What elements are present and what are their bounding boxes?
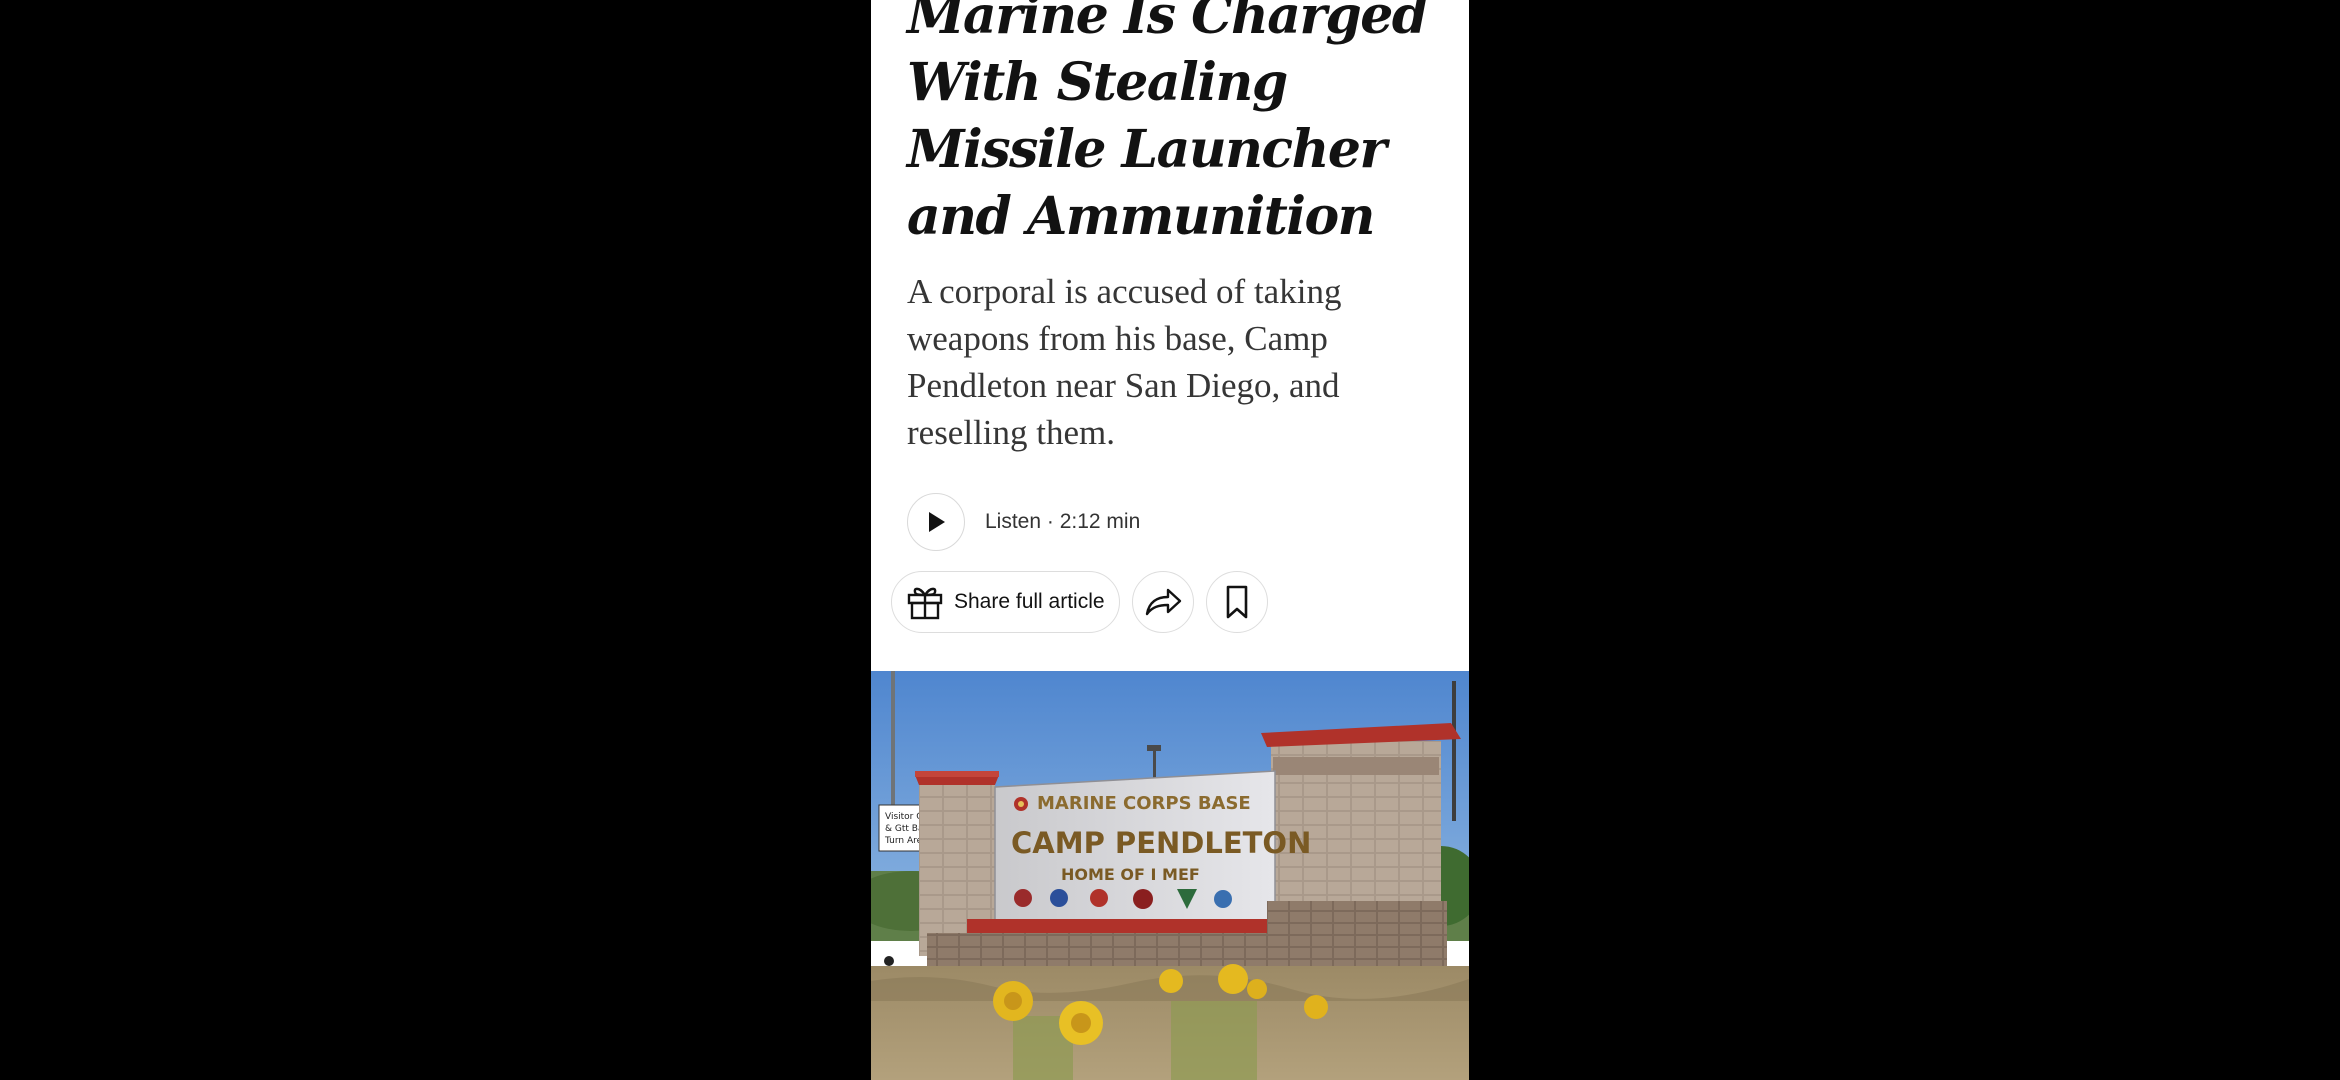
share-full-article-button[interactable]: Share full article xyxy=(891,571,1120,633)
bookmark-icon xyxy=(1226,585,1247,619)
article-headline: Marine Is Charged With Stealing Missile … xyxy=(907,0,1428,247)
play-icon xyxy=(929,512,945,532)
side-sign-line2: & Gtt Ba xyxy=(885,824,923,834)
share-button[interactable] xyxy=(1131,571,1194,633)
bookmark-button[interactable] xyxy=(1205,571,1268,633)
camp-pendleton-sign-image: Visitor C & Gtt Ba Turn Are MARINE CORPS… xyxy=(871,671,1469,1080)
article-view[interactable]: Marine Is Charged With Stealing Missile … xyxy=(871,0,1469,1080)
sign-line1: MARINE CORPS BASE xyxy=(1037,793,1251,814)
share-full-article-label: Share full article xyxy=(954,590,1105,613)
article-photo[interactable]: Visitor C & Gtt Ba Turn Are MARINE CORPS… xyxy=(871,671,1469,1080)
screen: Marine Is Charged With Stealing Missile … xyxy=(0,0,2340,1080)
gift-icon xyxy=(907,587,943,620)
side-sign-line1: Visitor C xyxy=(885,812,923,822)
play-button[interactable] xyxy=(907,493,965,551)
listen-label: Listen · 2:12 min xyxy=(985,510,1141,533)
sign-line3: HOME OF I MEF xyxy=(1061,865,1200,884)
article-actions: Share full article xyxy=(891,571,1268,633)
side-sign-line3: Turn Are xyxy=(884,836,923,846)
audio-player: Listen · 2:12 min xyxy=(907,492,1140,552)
sign-line2: CAMP PENDLETON xyxy=(1011,826,1311,860)
article-summary: A corporal is accused of taking weapons … xyxy=(907,272,1342,452)
share-arrow-icon xyxy=(1145,588,1181,616)
